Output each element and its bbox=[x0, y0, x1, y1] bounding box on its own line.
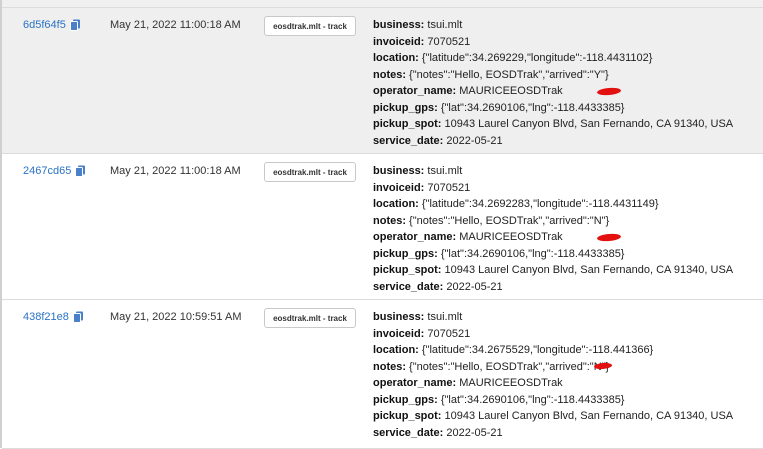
field-pickup-gps: pickup_gps: {"lat":34.2690106,"lng":-118… bbox=[373, 393, 625, 406]
field-service-date: service_date: 2022-05-21 bbox=[373, 280, 503, 293]
field-pickup-spot: pickup_spot: 10943 Laurel Canyon Blvd, S… bbox=[373, 118, 734, 130]
record-fields: business: tsui.mlt invoiceid: 7070521 lo… bbox=[373, 17, 733, 149]
record-id-cell: 2467cd65 bbox=[23, 165, 86, 177]
field-notes: notes: {"notes":"Hello, EOSDTrak","arriv… bbox=[373, 214, 610, 227]
field-pickup-spot: pickup_spot: 10943 Laurel Canyon Blvd, S… bbox=[373, 264, 734, 276]
record-id-cell: 6d5f64f5 bbox=[23, 19, 81, 31]
record-fields: business: tsui.mlt invoiceid: 7070521 lo… bbox=[373, 163, 733, 295]
copy-icon[interactable] bbox=[69, 19, 81, 31]
record-id-cell: 438f21e8 bbox=[23, 311, 84, 323]
record-id-link[interactable]: 6d5f64f5 bbox=[23, 19, 66, 31]
field-notes: notes: {"notes":"Hello, EOSDTrak","arriv… bbox=[373, 360, 610, 373]
record-id-link[interactable]: 438f21e8 bbox=[23, 311, 69, 323]
field-location: location: {"latitude":34.2692283,"longit… bbox=[373, 198, 659, 210]
track-tag[interactable]: eosdtrak.mlt - track bbox=[264, 16, 356, 36]
field-location: location: {"latitude":34.2675529,"longit… bbox=[373, 344, 654, 356]
field-business: business: tsui.mlt bbox=[373, 311, 463, 323]
table-row: 6d5f64f5 May 21, 2022 11:00:18 AM eosdtr… bbox=[2, 8, 763, 154]
record-date: May 21, 2022 11:00:18 AM bbox=[110, 165, 241, 177]
table-row: 2467cd65 May 21, 2022 11:00:18 AM eosdtr… bbox=[2, 154, 763, 300]
field-pickup-gps: pickup_gps: {"lat":34.2690106,"lng":-118… bbox=[373, 247, 625, 260]
redaction-mark bbox=[596, 86, 621, 96]
field-operator-name: operator_name: MAURICEEOSDTrak bbox=[373, 229, 733, 246]
record-date: May 21, 2022 11:00:18 AM bbox=[110, 19, 241, 31]
field-pickup-spot: pickup_spot: 10943 Laurel Canyon Blvd, S… bbox=[373, 410, 734, 422]
record-date: May 21, 2022 10:59:51 AM bbox=[110, 311, 242, 323]
table-row: 438f21e8 May 21, 2022 10:59:51 AM eosdtr… bbox=[2, 300, 763, 449]
track-tag[interactable]: eosdtrak.mlt - track bbox=[264, 162, 356, 182]
redaction-mark bbox=[596, 232, 621, 242]
field-invoiceid: invoiceid: 7070521 bbox=[373, 327, 471, 340]
field-operator-name: operator_name: MAURICEEOSDTrak bbox=[373, 362, 733, 392]
field-operator-name: operator_name: MAURICEEOSDTrak bbox=[373, 83, 733, 100]
field-business: business: tsui.mlt bbox=[373, 19, 463, 31]
copy-icon[interactable] bbox=[72, 311, 84, 323]
field-invoiceid: invoiceid: 7070521 bbox=[373, 35, 471, 48]
top-edge bbox=[0, 0, 763, 8]
field-invoiceid: invoiceid: 7070521 bbox=[373, 181, 471, 194]
field-service-date: service_date: 2022-05-21 bbox=[373, 134, 503, 147]
field-pickup-gps: pickup_gps: {"lat":34.2690106,"lng":-118… bbox=[373, 101, 625, 114]
record-fields: business: tsui.mlt invoiceid: 7070521 lo… bbox=[373, 309, 733, 441]
field-business: business: tsui.mlt bbox=[373, 165, 463, 177]
field-service-date: service_date: 2022-05-21 bbox=[373, 426, 503, 439]
copy-icon[interactable] bbox=[75, 165, 86, 177]
field-location: location: {"latitude":34.269229,"longitu… bbox=[373, 52, 653, 64]
track-tag[interactable]: eosdtrak.mlt - track bbox=[264, 308, 356, 328]
field-notes: notes: {"notes":"Hello, EOSDTrak","arriv… bbox=[373, 68, 609, 81]
record-id-link[interactable]: 2467cd65 bbox=[23, 165, 71, 177]
